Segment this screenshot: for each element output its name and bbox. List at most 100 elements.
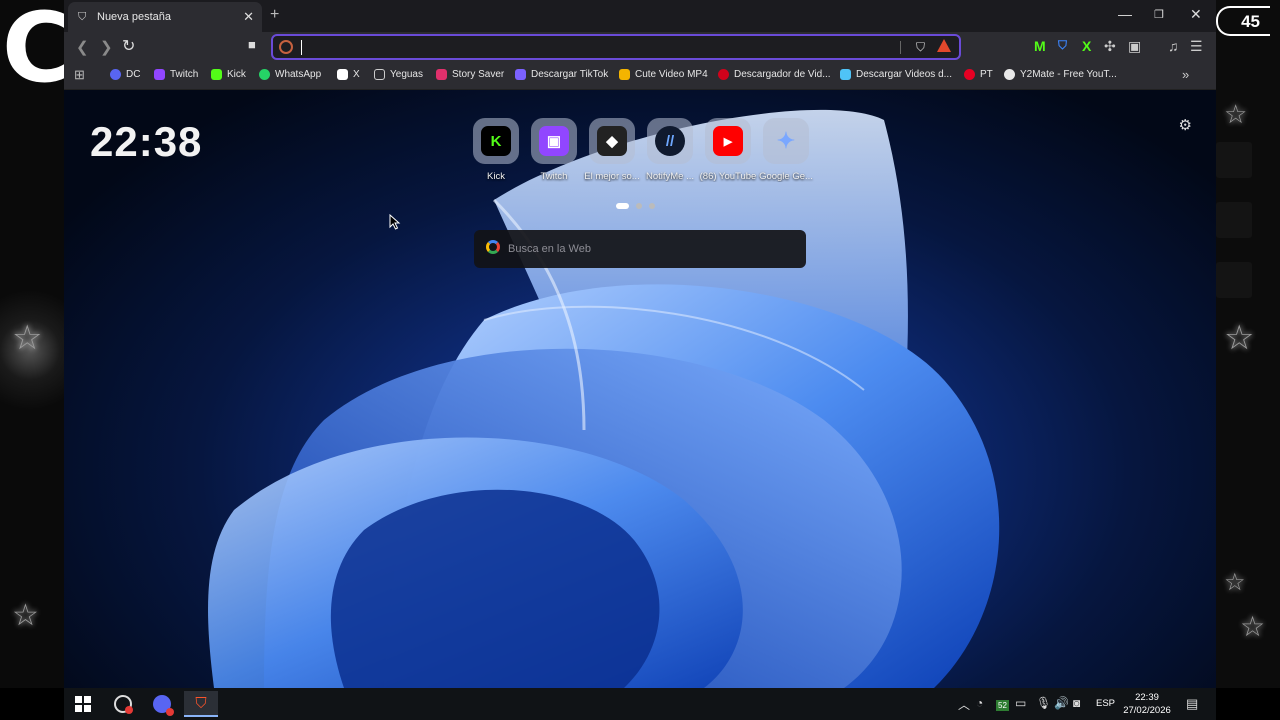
- page-dot[interactable]: [616, 203, 629, 209]
- brave-icon: ⛉: [195, 694, 207, 712]
- top-site-youtube[interactable]: ▶: [705, 118, 751, 164]
- taskbar-brave[interactable]: ⛉: [184, 691, 218, 717]
- obs-tray-icon[interactable]: ◔: [976, 696, 983, 710]
- close-window-button[interactable]: ✕: [1190, 6, 1202, 23]
- top-site-google-gemini[interactable]: ✦: [763, 118, 809, 164]
- youtube-icon: ▶: [713, 126, 743, 156]
- bookmark-twitch[interactable]: Twitch: [154, 69, 198, 80]
- twitch-icon: [154, 69, 165, 80]
- top-site-twitch[interactable]: ▣: [531, 118, 577, 164]
- screen: C ☆ ☆ 45 ☆ ☆ ☆ ☆ ⛉ Nueva pestaña ✕ + — ❐…: [0, 0, 1280, 720]
- obs-icon: [114, 695, 133, 714]
- discord-icon: [110, 69, 121, 80]
- google-icon: [486, 240, 500, 254]
- discord-bot-icon: ◆: [597, 126, 627, 156]
- brave-rewards-icon[interactable]: [937, 39, 951, 52]
- top-site-label: NotifyMe ...: [645, 171, 695, 182]
- tab-title: Nueva pestaña: [97, 11, 171, 23]
- brave-shields-icon[interactable]: ⛉: [916, 40, 925, 55]
- viewer-count-badge: 45: [1216, 6, 1270, 36]
- top-site-label: El mejor so...: [584, 171, 640, 182]
- overlay-bottom-right: [1216, 688, 1280, 720]
- x-extension-icon[interactable]: X: [1082, 38, 1091, 54]
- bookmark-story-saver[interactable]: Story Saver: [436, 69, 504, 80]
- start-button[interactable]: [66, 691, 100, 717]
- bookmark-cute-video[interactable]: Cute Video MP4: [619, 69, 708, 80]
- text-caret: [301, 40, 302, 55]
- menu-icon[interactable]: ☰: [1190, 38, 1203, 55]
- bookmark-descargador-video[interactable]: Descargador de Vid...: [718, 69, 831, 80]
- overlay-panel: [1216, 202, 1252, 238]
- apps-grid-icon[interactable]: ⊞: [74, 67, 85, 83]
- clock: 22:38: [90, 118, 203, 165]
- tray-badge-icon[interactable]: 52: [996, 697, 1009, 711]
- bookmark-pt[interactable]: PT: [964, 69, 993, 80]
- forward-button[interactable]: ❯: [100, 38, 113, 56]
- page-dot[interactable]: [649, 203, 655, 209]
- overlay-panel: [1216, 142, 1252, 178]
- web-search-box[interactable]: [474, 230, 806, 268]
- bookmarks-bar: ⊞ DC Twitch Kick WhatsApp X Yeguas Story…: [64, 62, 1216, 90]
- overlay-panel: [1216, 262, 1252, 298]
- clock-date[interactable]: 22:39 27/02/2026: [1122, 691, 1172, 717]
- mouse-pointer-icon: [389, 214, 401, 230]
- taskbar-discord[interactable]: [145, 691, 179, 717]
- new-tab-page: 22:38 ⚙ K Kick ▣ Twitch ◆ El mejor so...…: [64, 90, 1216, 688]
- chevron-up-icon[interactable]: ︿: [958, 696, 970, 713]
- top-site-label: Google Ge...: [759, 171, 813, 182]
- twitch-icon: ▣: [539, 126, 569, 156]
- address-input[interactable]: [297, 38, 867, 56]
- brave-shield-icon: ⛉: [78, 10, 87, 23]
- more-bookmarks-icon[interactable]: »: [1182, 67, 1189, 82]
- media-icon[interactable]: ♫: [1168, 38, 1179, 54]
- taskbar-obs[interactable]: [106, 691, 140, 717]
- download-icon: [718, 69, 729, 80]
- search-input[interactable]: [508, 239, 788, 259]
- site-info-icon[interactable]: [279, 40, 293, 54]
- bookmark-x[interactable]: X: [337, 69, 360, 80]
- discord-tray-icon[interactable]: ◙: [1073, 696, 1080, 710]
- back-button[interactable]: ❮: [76, 38, 89, 56]
- top-site-label: Kick: [487, 171, 505, 182]
- notifications-icon[interactable]: ▤: [1186, 696, 1198, 712]
- page-indicator: [616, 196, 662, 214]
- tiktok-icon: [515, 69, 526, 80]
- reload-button[interactable]: ↻: [122, 36, 135, 56]
- top-site-el-mejor[interactable]: ◆: [589, 118, 635, 164]
- address-bar[interactable]: ⛉: [271, 34, 961, 60]
- bookmark-y2mate[interactable]: Y2Mate - Free YouT...: [1004, 69, 1117, 80]
- top-site-kick[interactable]: K: [473, 118, 519, 164]
- kick-extension-icon[interactable]: M: [1034, 38, 1046, 54]
- bookmark-descargar-tiktok[interactable]: Descargar TikTok: [515, 69, 608, 80]
- bookmark-descargar-videos[interactable]: Descargar Videos d...: [840, 69, 952, 80]
- wallet-icon[interactable]: ▣: [1128, 38, 1141, 55]
- bookmark-kick[interactable]: Kick: [211, 69, 246, 80]
- top-site-notifyme[interactable]: //: [647, 118, 693, 164]
- gemini-icon: ✦: [776, 128, 796, 153]
- bookmark-dc[interactable]: DC: [110, 69, 140, 80]
- bookmark-whatsapp[interactable]: WhatsApp: [259, 69, 321, 80]
- bitwarden-extension-icon[interactable]: ⛉: [1058, 38, 1067, 53]
- windows-icon: [75, 696, 91, 712]
- new-tab-button[interactable]: +: [270, 6, 279, 24]
- top-site-label: Twitch: [540, 171, 568, 182]
- bookmark-folder-yeguas[interactable]: Yeguas: [374, 69, 423, 80]
- toolbar: ❮ ❯ ↻ ■ ⛉ M ⛉ X ✣ ▣ ♫ ☰: [64, 32, 1216, 62]
- folder-icon: [374, 69, 385, 80]
- minimize-button[interactable]: —: [1118, 6, 1132, 22]
- microphone-icon[interactable]: 🎙: [1036, 696, 1051, 710]
- tab-new-tab[interactable]: ⛉ Nueva pestaña ✕: [68, 2, 262, 32]
- volume-icon[interactable]: 🔊: [1054, 696, 1069, 710]
- page-dot[interactable]: [636, 203, 642, 209]
- language-indicator[interactable]: ESP: [1096, 698, 1115, 709]
- maximize-button[interactable]: ❐: [1154, 8, 1164, 21]
- y2mate-icon: [1004, 69, 1015, 80]
- extensions-icon[interactable]: ✣: [1104, 38, 1116, 55]
- network-icon[interactable]: ▭: [1015, 696, 1026, 710]
- bookmark-icon[interactable]: ■: [248, 37, 256, 52]
- gear-icon[interactable]: ⚙: [1179, 116, 1192, 134]
- browser-window: ⛉ Nueva pestaña ✕ + — ❐ ✕ ❮ ❯ ↻ ■ ⛉ M ⛉: [64, 0, 1216, 688]
- close-tab-icon[interactable]: ✕: [243, 9, 254, 25]
- channel-logo: C: [2, 0, 73, 104]
- download-icon: [840, 69, 851, 80]
